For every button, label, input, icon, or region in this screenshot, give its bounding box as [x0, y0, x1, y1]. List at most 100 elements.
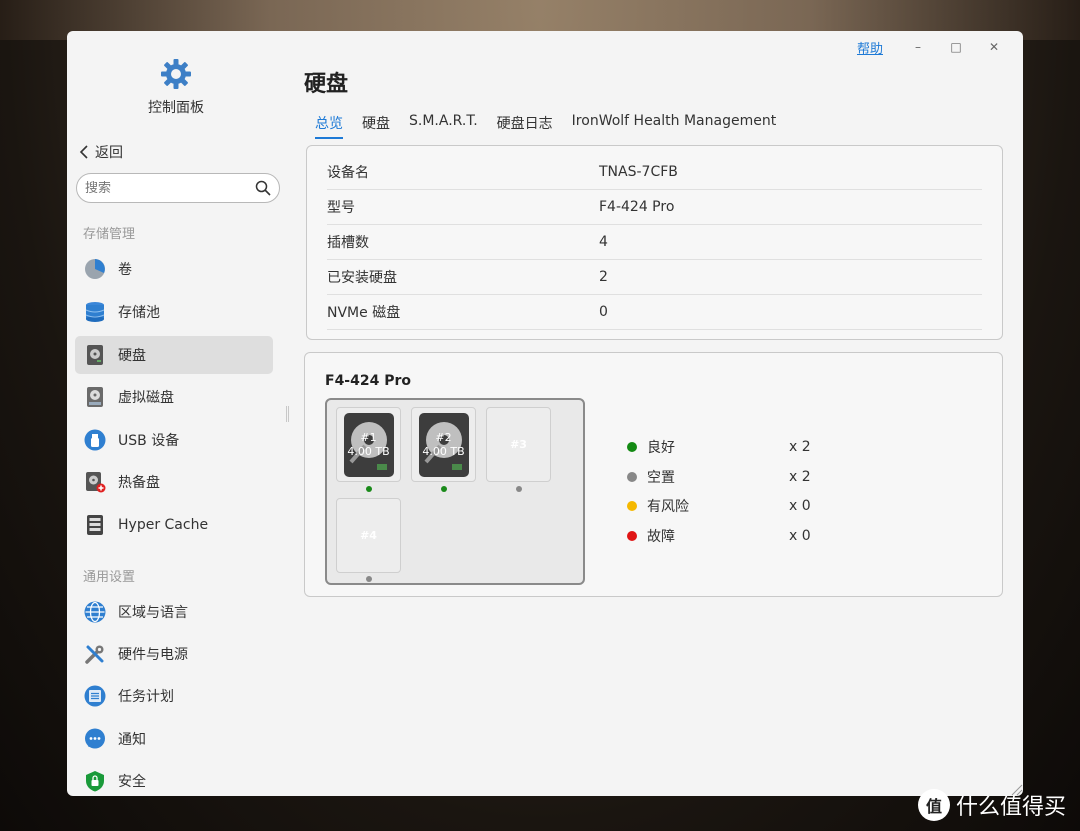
bay-title: F4-424 Pro [325, 373, 411, 389]
sidebar-item-label: 硬盘 [118, 348, 146, 364]
hard-disk-icon [84, 344, 106, 366]
tab-overview[interactable]: 总览 [315, 113, 343, 139]
window-controls: 帮助 – □ ✕ [857, 37, 1013, 57]
sidebar-item-label: 硬件与电源 [118, 647, 188, 663]
legend-label: 良好 [647, 440, 675, 456]
legend-label: 有风险 [647, 499, 689, 515]
sidebar-item-hyper-cache[interactable]: Hyper Cache [75, 506, 273, 544]
sidebar-item-storage-pool[interactable]: 存储池 [75, 293, 273, 331]
minimize-button[interactable]: – [899, 37, 937, 57]
sidebar: 控制面板 返回 存储管理 卷 存储池 硬盘 [67, 31, 285, 796]
device-info-card: 设备名 TNAS-7CFB 型号 F4-424 Pro 插槽数 4 已安装硬盘 … [306, 145, 1003, 340]
sidebar-item-label: 通知 [118, 732, 146, 748]
close-button[interactable]: ✕ [975, 37, 1013, 57]
legend-risk: 有风险 x 0 [627, 496, 811, 516]
info-value: 2 [599, 269, 608, 285]
storage-pool-icon [84, 301, 106, 323]
sidebar-item-task-schedule[interactable]: 任务计划 [75, 677, 273, 715]
app-title: 控制面板 [148, 100, 204, 116]
legend-label: 故障 [647, 529, 675, 545]
info-value: F4-424 Pro [599, 199, 675, 215]
info-row-model: 型号 F4-424 Pro [327, 190, 982, 225]
slot-3-status-led [516, 486, 522, 492]
tab-disk-log[interactable]: 硬盘日志 [497, 113, 553, 139]
usb-icon [84, 429, 106, 451]
maximize-button[interactable]: □ [937, 37, 975, 57]
info-value: 4 [599, 234, 608, 250]
group-title-general: 通用设置 [83, 570, 136, 585]
watermark-logo: 值 [917, 789, 950, 821]
sidebar-item-hardware-power[interactable]: 硬件与电源 [75, 635, 273, 673]
sidebar-item-usb[interactable]: USB 设备 [75, 421, 273, 459]
info-row-slots: 插槽数 4 [327, 225, 982, 260]
tab-smart[interactable]: S.M.A.R.T. [409, 113, 478, 139]
search-input[interactable] [85, 180, 245, 196]
good-status-dot [627, 442, 637, 452]
legend-fault: 故障 x 0 [627, 526, 811, 546]
drive-slot-4[interactable]: #4 [336, 498, 401, 573]
info-row-installed-disks: 已安装硬盘 2 [327, 260, 982, 295]
legend-label: 空置 [647, 470, 675, 486]
control-panel-window: 帮助 – □ ✕ 控制面板 返回 搜索 存储管理 卷 存储池 硬盘 虚拟磁盘 U… [67, 31, 1023, 796]
search-icon[interactable] [255, 180, 271, 196]
page-title: 硬盘 [304, 72, 349, 97]
info-key: 设备名 [327, 165, 369, 181]
nas-chassis: #1 4.00 TB #2 4.00 TB #3 #4 [325, 398, 585, 585]
sidebar-item-label: USB 设备 [118, 433, 180, 449]
globe-icon [84, 601, 106, 623]
help-link[interactable]: 帮助 [857, 38, 883, 57]
slot-number: #4 [360, 529, 377, 542]
slot-2-status-led [441, 486, 447, 492]
info-value: TNAS-7CFB [599, 164, 678, 180]
sidebar-item-label: 卷 [118, 262, 132, 278]
drive-slot-2[interactable]: #2 4.00 TB [411, 407, 476, 482]
sidebar-item-label: 安全 [118, 774, 146, 790]
sidebar-resize-handle[interactable] [286, 406, 289, 422]
virtual-disk-icon [84, 386, 106, 408]
info-value: 0 [599, 304, 608, 320]
hot-spare-icon [84, 471, 106, 493]
sidebar-item-virtual-disk[interactable]: 虚拟磁盘 [75, 378, 273, 416]
legend-count: x 0 [789, 498, 811, 514]
back-button[interactable]: 返回 [79, 142, 123, 162]
info-key: 型号 [327, 200, 355, 216]
sidebar-item-label: 热备盘 [118, 475, 160, 491]
sidebar-item-hard-disk[interactable]: 硬盘 [75, 336, 273, 374]
sidebar-item-label: 存储池 [118, 305, 160, 321]
tab-hard-disk[interactable]: 硬盘 [362, 113, 390, 139]
sidebar-item-hot-spare[interactable]: 热备盘 [75, 463, 273, 501]
task-list-icon [84, 685, 106, 707]
info-key: NVMe 磁盘 [327, 305, 401, 321]
slot-capacity: 4.00 TB [347, 445, 390, 458]
app-header: 控制面板 [67, 57, 285, 117]
sidebar-item-security[interactable]: 安全 [75, 762, 273, 796]
sidebar-item-volume[interactable]: 卷 [75, 250, 273, 288]
chat-bubble-icon [84, 728, 106, 750]
sidebar-item-notification[interactable]: 通知 [75, 720, 273, 758]
empty-status-dot [627, 472, 637, 482]
drive-bay-card: F4-424 Pro #1 4.00 TB #2 4.00 TB #3 #4 良… [304, 352, 1003, 597]
legend-empty: 空置 x 2 [627, 467, 811, 487]
slot-number: #3 [510, 438, 527, 451]
info-row-nvme: NVMe 磁盘 0 [327, 295, 982, 330]
tab-ironwolf-health[interactable]: IronWolf Health Management [572, 113, 777, 139]
legend-count: x 2 [789, 439, 811, 455]
slot-capacity: 4.00 TB [422, 445, 465, 458]
drive-slot-3[interactable]: #3 [486, 407, 551, 482]
sidebar-item-label: 任务计划 [118, 689, 174, 705]
volume-pie-icon [84, 258, 106, 280]
info-key: 插槽数 [327, 235, 369, 251]
legend-count: x 0 [789, 528, 811, 544]
drive-slot-1[interactable]: #1 4.00 TB [336, 407, 401, 482]
slot-1-status-led [366, 486, 372, 492]
back-label: 返回 [95, 145, 123, 161]
group-title-storage: 存储管理 [83, 227, 136, 242]
watermark: 值 什么值得买 [917, 789, 1066, 821]
slot-4-status-led [366, 576, 372, 582]
shield-icon [84, 770, 106, 792]
legend-good: 良好 x 2 [627, 437, 811, 457]
tools-icon [84, 643, 106, 665]
sidebar-item-region-language[interactable]: 区域与语言 [75, 593, 273, 631]
fault-status-dot [627, 531, 637, 541]
info-row-device-name: 设备名 TNAS-7CFB [327, 155, 982, 190]
